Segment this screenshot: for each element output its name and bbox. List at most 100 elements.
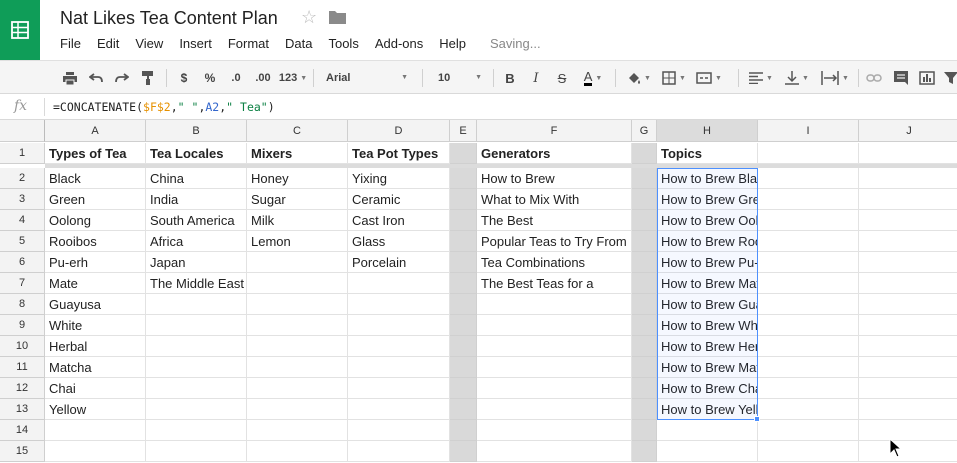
cell-b12[interactable] [146,378,247,399]
cell-e2[interactable] [450,168,477,189]
menu-tools[interactable]: Tools [320,36,366,51]
cell-h2[interactable]: How to Brew Black Tea [657,168,794,189]
cell-d10[interactable] [348,336,450,357]
cell-j14[interactable] [859,420,957,441]
horizontal-align-button[interactable]: ▼ [746,68,776,88]
cell-a5[interactable]: Rooibos [45,231,146,252]
cell-f14[interactable] [477,420,632,441]
cell-f13[interactable] [477,399,632,420]
cell-f2[interactable]: How to Brew [477,168,632,189]
column-header-j[interactable]: J [859,120,957,142]
row-header-13[interactable]: 13 [0,399,45,420]
column-header-e[interactable]: E [450,120,477,142]
cell-e1[interactable] [450,143,477,164]
cell-a1[interactable]: Types of Tea [45,143,146,164]
cell-a9[interactable]: White [45,315,146,336]
cell-d14[interactable] [348,420,450,441]
row-header-3[interactable]: 3 [0,189,45,210]
paint-format-icon[interactable] [140,68,156,88]
cell-j3[interactable] [859,189,957,210]
cell-b10[interactable] [146,336,247,357]
cell-b1[interactable]: Tea Locales [146,143,247,164]
cell-g3[interactable] [632,189,657,210]
cell-b11[interactable] [146,357,247,378]
cell-f12[interactable] [477,378,632,399]
star-icon[interactable]: ☆ [301,7,317,28]
cell-d6[interactable]: Porcelain [348,252,450,273]
cell-h8[interactable]: How to Brew Guayusa Tea [657,294,815,315]
cell-f11[interactable] [477,357,632,378]
cell-c7[interactable] [247,273,348,294]
cell-b5[interactable]: Africa [146,231,247,252]
cell-g11[interactable] [632,357,657,378]
cell-i2[interactable] [758,168,859,189]
row-header-1[interactable]: 1 [0,143,45,164]
cell-c6[interactable] [247,252,348,273]
cell-b14[interactable] [146,420,247,441]
cell-d13[interactable] [348,399,450,420]
cell-b2[interactable]: China [146,168,247,189]
cell-d1[interactable]: Tea Pot Types [348,143,450,164]
cell-g4[interactable] [632,210,657,231]
row-header-5[interactable]: 5 [0,231,45,252]
cell-i15[interactable] [758,441,859,462]
cell-g8[interactable] [632,294,657,315]
column-header-d[interactable]: D [348,120,450,142]
row-header-11[interactable]: 11 [0,357,45,378]
cell-a7[interactable]: Mate [45,273,146,294]
cell-a10[interactable]: Herbal [45,336,146,357]
cell-c8[interactable] [247,294,348,315]
redo-icon[interactable] [114,68,130,88]
cell-h5[interactable]: How to Brew Rooibos Tea [657,231,810,252]
row-header-15[interactable]: 15 [0,441,45,462]
cell-b8[interactable] [146,294,247,315]
cell-f4[interactable]: The Best [477,210,632,231]
cell-j10[interactable] [859,336,957,357]
cell-j8[interactable] [859,294,957,315]
cell-h9[interactable]: How to Brew White Tea [657,315,796,336]
more-formats-button[interactable]: 123 ▼ [277,68,309,88]
row-header-2[interactable]: 2 [0,168,45,189]
cell-d5[interactable]: Glass [348,231,450,252]
cell-e9[interactable] [450,315,477,336]
cell-g10[interactable] [632,336,657,357]
cell-j6[interactable] [859,252,957,273]
cell-e15[interactable] [450,441,477,462]
cell-a14[interactable] [45,420,146,441]
row-header-8[interactable]: 8 [0,294,45,315]
cell-j15[interactable] [859,441,957,462]
cell-i6[interactable] [758,252,859,273]
cell-e6[interactable] [450,252,477,273]
cell-h14[interactable] [657,420,758,441]
cell-c15[interactable] [247,441,348,462]
cell-d15[interactable] [348,441,450,462]
cell-h13[interactable]: How to Brew Yellow Tea [657,399,800,420]
cell-d8[interactable] [348,294,450,315]
cell-f10[interactable] [477,336,632,357]
cell-h1[interactable]: Topics [657,143,758,164]
cell-j12[interactable] [859,378,957,399]
cell-a12[interactable]: Chai [45,378,146,399]
cell-e13[interactable] [450,399,477,420]
cell-h4[interactable]: How to Brew Oolong Tea [657,210,805,231]
cell-c5[interactable]: Lemon [247,231,348,252]
cell-i3[interactable] [758,189,859,210]
cell-c11[interactable] [247,357,348,378]
cell-g6[interactable] [632,252,657,273]
cell-d9[interactable] [348,315,450,336]
select-all-corner[interactable] [0,120,45,142]
cell-h12[interactable]: How to Brew Chai Tea [657,378,789,399]
cell-f9[interactable] [477,315,632,336]
cell-g13[interactable] [632,399,657,420]
cell-d7[interactable] [348,273,450,294]
cell-j13[interactable] [859,399,957,420]
cell-b13[interactable] [146,399,247,420]
cell-e7[interactable] [450,273,477,294]
cell-e8[interactable] [450,294,477,315]
cell-c4[interactable]: Milk [247,210,348,231]
column-header-g[interactable]: G [632,120,657,142]
cell-a4[interactable]: Oolong [45,210,146,231]
cell-i9[interactable] [758,315,859,336]
cell-j11[interactable] [859,357,957,378]
insert-link-icon[interactable] [864,68,884,88]
